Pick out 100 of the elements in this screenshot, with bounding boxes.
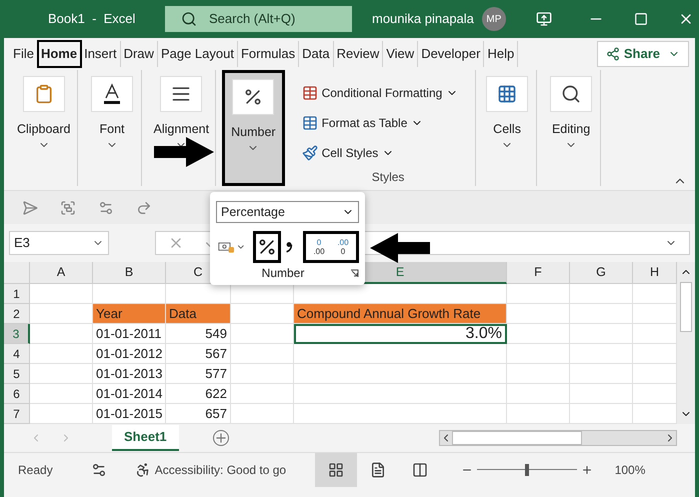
scroll-thumb[interactable] [452,431,582,445]
table-cell: 622 [166,384,231,404]
table-format-icon [302,115,318,131]
ribbon-group-button[interactable]: Clipboard [11,70,78,186]
empty-cell [570,404,633,424]
number-format-dropdown[interactable]: Percentage [216,201,359,223]
search-placeholder: Search (Alt+Q) [209,10,296,28]
style-command[interactable]: Cell Styles [302,138,475,168]
menu-tab[interactable]: Draw [120,41,158,67]
comma-style-icon[interactable] [284,239,293,255]
column-header[interactable]: B [93,262,166,284]
menu-tab[interactable]: Data [299,41,334,67]
menu-tab[interactable]: Formulas [238,41,300,67]
menu-tab[interactable]: Insert [81,41,121,67]
zoom-in-icon[interactable] [580,464,593,476]
sheet-tab[interactable]: Sheet1 [112,425,179,451]
row-header[interactable]: 2 [4,304,30,324]
empty-cell [507,324,570,344]
add-sheet-icon[interactable] [212,430,229,446]
status-text: Ready [18,462,53,478]
style-command[interactable]: Conditional Formatting [302,78,475,108]
ribbon-group-button[interactable]: Cells [478,70,537,186]
row-header[interactable]: 3 [4,324,30,344]
table-cell: Data [166,304,231,324]
ribbon-group-button[interactable]: Number [222,70,285,186]
menu-tab[interactable]: Review [334,41,384,67]
user-avatar[interactable]: MP [482,7,506,31]
empty-cell [507,284,570,304]
table-cell: 01-01-2013 [93,364,166,384]
column-header[interactable]: A [30,262,93,284]
page-break-icon [412,462,428,478]
share-icon [606,47,620,61]
maximize-icon[interactable] [634,12,648,26]
column-header[interactable]: G [570,262,633,284]
scroll-thumb[interactable] [680,282,692,332]
send-icon[interactable] [22,200,38,216]
pointer-arrow [370,233,430,263]
row-header[interactable]: 7 [4,404,30,424]
empty-cell [231,384,294,404]
style-command[interactable]: Format as Table [302,108,475,138]
ribbon-group-button[interactable]: Font [84,70,142,186]
accessibility-icon[interactable] [134,462,151,478]
menu-tab[interactable]: Home [38,41,82,67]
group-label: Styles [372,169,404,186]
menu-tab[interactable]: View [383,41,418,67]
zoom-level[interactable]: 100% [614,460,646,478]
cells-grid-icon [497,84,518,104]
empty-cell [231,364,294,384]
view-button[interactable] [314,452,357,486]
page-layout-icon [370,462,386,478]
table-cell: 577 [166,364,231,384]
percent-style-button[interactable] [253,231,281,263]
table-cell: Year [93,304,166,324]
user-name: mounika pinapala [372,10,474,28]
table-cell: Compound Annual Growth Rate [294,304,507,324]
pointer-arrow [154,137,214,167]
empty-cell [570,324,633,344]
search-field[interactable]: Search (Alt+Q) [165,6,352,32]
conditional-format-icon [302,85,318,101]
column-header[interactable]: F [507,262,570,284]
table-cell: 549 [166,324,231,344]
redo-icon[interactable] [136,200,152,216]
empty-cell [231,324,294,344]
empty-cell [507,364,570,384]
table-cell: 01-01-2011 [93,324,166,344]
decimal-button[interactable]: .00 0 [333,238,353,256]
empty-cell [231,344,294,364]
dialog-launcher-icon[interactable] [350,268,359,278]
vertical-scrollbar[interactable] [677,262,695,424]
empty-cell [570,364,633,384]
normal-view-icon [328,462,344,478]
empty-cell [507,384,570,404]
table-cell: 657 [166,404,231,424]
row-header[interactable]: 1 [4,284,30,304]
ribbon-display-icon[interactable] [536,11,552,27]
group-icon[interactable] [60,200,76,216]
percent-icon [243,87,264,107]
table-cell: 567 [166,344,231,364]
empty-cell [570,344,633,364]
decimal-button[interactable]: 0 .00 [309,238,329,256]
zoom-slider-thumb[interactable] [524,464,529,476]
accessibility-status[interactable]: Accessibility: Good to go [154,460,315,478]
clipboard-icon [34,84,54,104]
macro-icon[interactable] [90,462,107,478]
table-cell: 01-01-2015 [93,404,166,424]
name-box[interactable]: E3 [9,231,109,255]
menu-tab[interactable]: Page Layout [158,41,238,67]
menu-tab[interactable]: Help [484,41,518,67]
row-header[interactable]: 4 [4,344,30,364]
window-title: Book1 - Excel [48,10,136,28]
tool-icon[interactable] [98,200,114,216]
menu-tab[interactable]: Developer [418,41,484,67]
empty-cell [507,404,570,424]
empty-cell [231,404,294,424]
horizontal-scrollbar[interactable] [439,430,677,446]
ribbon-group-button[interactable]: Editing [542,70,601,186]
share-button[interactable]: Share [596,41,689,67]
menu-tab[interactable]: File [10,41,38,67]
row-header[interactable]: 5 [4,364,30,384]
row-header[interactable]: 6 [4,384,30,404]
